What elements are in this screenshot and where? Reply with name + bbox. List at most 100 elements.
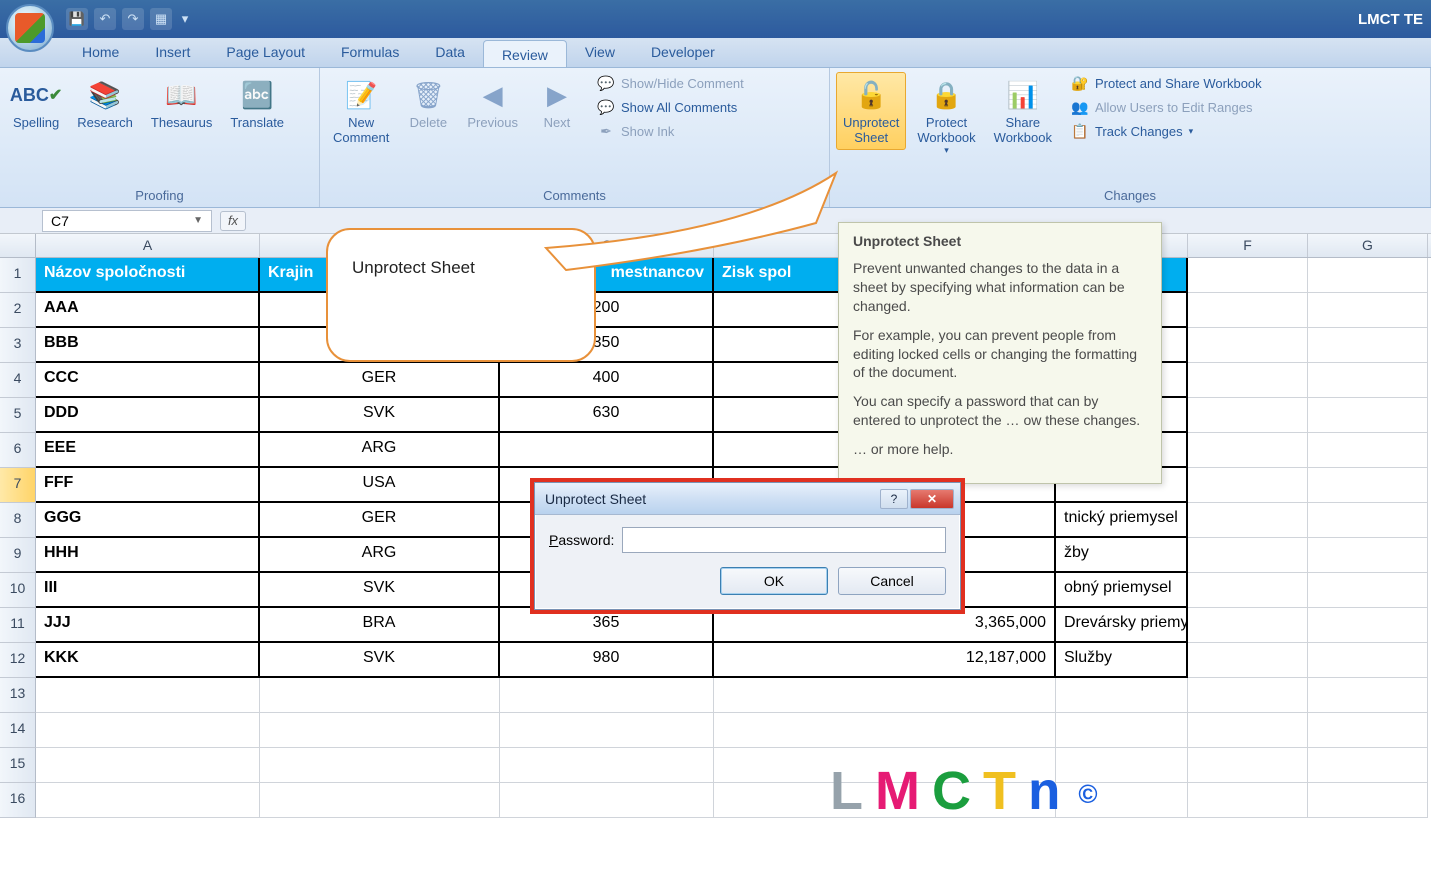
col-header-g[interactable]: G: [1308, 234, 1428, 257]
data-cell[interactable]: 980: [500, 643, 714, 678]
cancel-button[interactable]: Cancel: [838, 567, 946, 595]
empty-cell[interactable]: [1308, 678, 1428, 713]
empty-cell[interactable]: [36, 678, 260, 713]
data-cell[interactable]: GER: [260, 363, 500, 398]
name-box-dropdown-icon[interactable]: ▼: [193, 215, 203, 226]
row-header-8[interactable]: 8: [0, 503, 36, 538]
empty-cell[interactable]: [1308, 748, 1428, 783]
data-cell[interactable]: Služby: [1056, 643, 1188, 678]
tab-developer[interactable]: Developer: [633, 38, 733, 67]
name-box[interactable]: C7▼: [42, 210, 212, 232]
empty-cell[interactable]: [1188, 468, 1308, 503]
empty-cell[interactable]: [1308, 573, 1428, 608]
data-cell[interactable]: žby: [1056, 538, 1188, 573]
research-button[interactable]: 📚Research: [70, 72, 140, 135]
data-cell[interactable]: GER: [260, 503, 500, 538]
dialog-titlebar[interactable]: Unprotect Sheet ? ✕: [535, 483, 960, 515]
empty-cell[interactable]: [714, 713, 1056, 748]
data-cell[interactable]: III: [36, 573, 260, 608]
show-ink-button[interactable]: ✒Show Ink: [593, 120, 748, 142]
col-header-f[interactable]: F: [1188, 234, 1308, 257]
empty-cell[interactable]: [1188, 258, 1308, 293]
empty-cell[interactable]: [1308, 783, 1428, 818]
empty-cell[interactable]: [500, 713, 714, 748]
data-cell[interactable]: 12,187,000: [714, 643, 1056, 678]
tab-formulas[interactable]: Formulas: [323, 38, 417, 67]
empty-cell[interactable]: [1308, 398, 1428, 433]
redo-icon[interactable]: ↷: [122, 8, 144, 30]
empty-cell[interactable]: [1188, 538, 1308, 573]
data-cell[interactable]: [500, 433, 714, 468]
header-cell[interactable]: Názov spoločnosti: [36, 258, 260, 293]
previous-comment-button[interactable]: ◀Previous: [460, 72, 525, 135]
data-cell[interactable]: HHH: [36, 538, 260, 573]
empty-cell[interactable]: [1188, 503, 1308, 538]
data-cell[interactable]: Drevársky priemysel: [1056, 608, 1188, 643]
empty-cell[interactable]: [714, 678, 1056, 713]
empty-cell[interactable]: [1188, 608, 1308, 643]
data-cell[interactable]: BBB: [36, 328, 260, 363]
row-header-2[interactable]: 2: [0, 293, 36, 328]
row-header-10[interactable]: 10: [0, 573, 36, 608]
empty-cell[interactable]: [260, 783, 500, 818]
empty-cell[interactable]: [1188, 328, 1308, 363]
empty-cell[interactable]: [1056, 713, 1188, 748]
data-cell[interactable]: SVK: [260, 643, 500, 678]
col-header-a[interactable]: A: [36, 234, 260, 257]
new-comment-button[interactable]: 📝New Comment: [326, 72, 396, 150]
data-cell[interactable]: KKK: [36, 643, 260, 678]
show-all-comments-button[interactable]: 💬Show All Comments: [593, 96, 748, 118]
data-cell[interactable]: obný priemysel: [1056, 573, 1188, 608]
empty-cell[interactable]: [1308, 363, 1428, 398]
office-button[interactable]: [6, 4, 54, 52]
empty-cell[interactable]: [1188, 678, 1308, 713]
select-all-corner[interactable]: [0, 234, 36, 257]
empty-cell[interactable]: [1188, 713, 1308, 748]
ok-button[interactable]: OK: [720, 567, 828, 595]
next-comment-button[interactable]: ▶Next: [529, 72, 585, 135]
row-header-11[interactable]: 11: [0, 608, 36, 643]
fx-button[interactable]: fx: [220, 211, 246, 231]
empty-cell[interactable]: [1188, 643, 1308, 678]
track-changes-button[interactable]: 📋Track Changes ▾: [1067, 120, 1266, 142]
undo-icon[interactable]: ↶: [94, 8, 116, 30]
empty-cell[interactable]: [1056, 678, 1188, 713]
empty-cell[interactable]: [1308, 468, 1428, 503]
data-cell[interactable]: 630: [500, 398, 714, 433]
tab-home[interactable]: Home: [64, 38, 137, 67]
row-header-12[interactable]: 12: [0, 643, 36, 678]
row-header-6[interactable]: 6: [0, 433, 36, 468]
protect-share-workbook-button[interactable]: 🔐Protect and Share Workbook: [1067, 72, 1266, 94]
data-cell[interactable]: 400: [500, 363, 714, 398]
share-workbook-button[interactable]: 📊Share Workbook: [987, 72, 1059, 150]
empty-cell[interactable]: [36, 748, 260, 783]
empty-cell[interactable]: [260, 713, 500, 748]
data-cell[interactable]: tnický priemysel: [1056, 503, 1188, 538]
help-button[interactable]: ?: [880, 489, 908, 509]
empty-cell[interactable]: [1308, 503, 1428, 538]
row-header-16[interactable]: 16: [0, 783, 36, 818]
data-cell[interactable]: CCC: [36, 363, 260, 398]
tab-insert[interactable]: Insert: [137, 38, 208, 67]
tab-view[interactable]: View: [567, 38, 633, 67]
data-cell[interactable]: SVK: [260, 573, 500, 608]
tab-data[interactable]: Data: [417, 38, 483, 67]
data-cell[interactable]: AAA: [36, 293, 260, 328]
tab-page-layout[interactable]: Page Layout: [208, 38, 323, 67]
data-cell[interactable]: GGG: [36, 503, 260, 538]
empty-cell[interactable]: [1308, 258, 1428, 293]
save-icon[interactable]: 💾: [66, 8, 88, 30]
empty-cell[interactable]: [260, 678, 500, 713]
data-cell[interactable]: ARG: [260, 538, 500, 573]
row-header-4[interactable]: 4: [0, 363, 36, 398]
data-cell[interactable]: JJJ: [36, 608, 260, 643]
empty-cell[interactable]: [1308, 608, 1428, 643]
row-header-9[interactable]: 9: [0, 538, 36, 573]
empty-cell[interactable]: [1308, 713, 1428, 748]
thesaurus-button[interactable]: 📖Thesaurus: [144, 72, 219, 135]
data-cell[interactable]: FFF: [36, 468, 260, 503]
row-header-15[interactable]: 15: [0, 748, 36, 783]
empty-cell[interactable]: [36, 783, 260, 818]
empty-cell[interactable]: [1308, 293, 1428, 328]
empty-cell[interactable]: [1188, 783, 1308, 818]
